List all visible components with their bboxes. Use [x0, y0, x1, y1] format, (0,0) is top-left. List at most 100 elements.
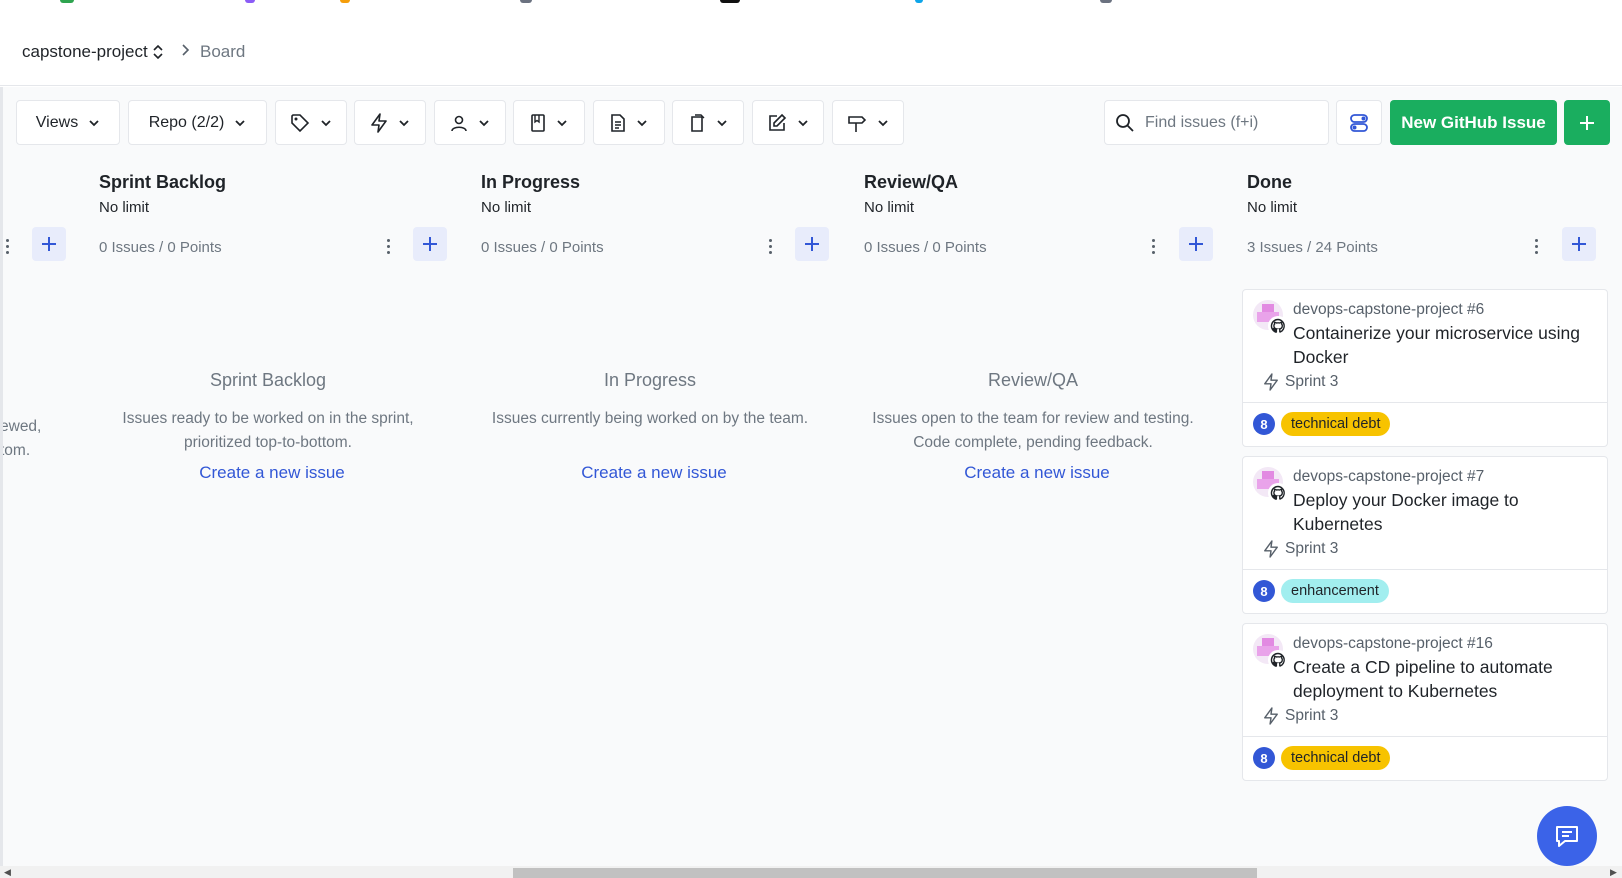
- bolt-icon: [1264, 707, 1278, 725]
- column-menu-kebab[interactable]: [1529, 233, 1543, 259]
- new-github-issue-button[interactable]: New GitHub Issue: [1390, 100, 1557, 145]
- scroll-right-icon[interactable]: ▶: [1610, 867, 1617, 878]
- create-issue-link[interactable]: Create a new issue: [92, 463, 452, 483]
- document-icon: [611, 113, 625, 132]
- chat-button[interactable]: [1537, 806, 1597, 866]
- add-issue-button[interactable]: [32, 227, 66, 261]
- edit-filter-dropdown[interactable]: [752, 100, 824, 145]
- column-limit: No limit: [481, 199, 532, 216]
- divider: [1243, 736, 1607, 737]
- column-count: 0 Issues / 0 Points: [481, 239, 604, 256]
- column-menu-kebab[interactable]: [1146, 233, 1160, 259]
- page-header: capstone-project Board: [0, 22, 1622, 86]
- search-icon: [1116, 113, 1134, 132]
- issue-card[interactable]: devops-capstone-project #16 Create a CD …: [1242, 623, 1608, 781]
- create-issue-link[interactable]: Create a new issue: [474, 463, 834, 483]
- add-issue-button[interactable]: [1179, 227, 1213, 261]
- bolt-icon: [1264, 373, 1278, 391]
- empty-state-title: Sprint Backlog: [209, 370, 327, 390]
- scroll-left-icon[interactable]: ◀: [4, 867, 11, 878]
- chevron-down-icon: [637, 119, 647, 126]
- epic-filter-dropdown[interactable]: [593, 100, 665, 145]
- column-menu-kebab[interactable]: [381, 233, 395, 259]
- chevron-down-icon: [321, 119, 331, 126]
- issue-title[interactable]: Containerize your microservice using Doc…: [1293, 321, 1593, 369]
- views-label: Views: [35, 113, 79, 131]
- column-title: Sprint Backlog: [99, 172, 227, 192]
- chevron-down-icon: [557, 119, 567, 126]
- chevron-down-icon: [89, 119, 99, 126]
- bolt-icon: [1264, 540, 1278, 558]
- plus-icon: [805, 237, 819, 251]
- board-area: Views Repo (2/2) Find issues (f+i) New G…: [0, 87, 1622, 867]
- release-filter-dropdown[interactable]: [832, 100, 904, 145]
- github-icon: [1268, 316, 1288, 336]
- label-badge: technical debt: [1281, 746, 1391, 770]
- chevron-down-icon: [235, 119, 245, 126]
- milestone-filter-dropdown[interactable]: [513, 100, 585, 145]
- chevron-down-icon: [878, 119, 888, 126]
- issue-card[interactable]: devops-capstone-project #6 Containerize …: [1242, 289, 1608, 447]
- label-badge: enhancement: [1281, 579, 1389, 603]
- chat-icon: [1556, 826, 1578, 847]
- issue-sprint: Sprint 3: [1263, 540, 1338, 558]
- sprint-filter-dropdown[interactable]: [354, 100, 426, 145]
- estimate-filter-dropdown[interactable]: [672, 100, 744, 145]
- empty-state-title: In Progress: [603, 370, 697, 390]
- browser-bookmark-strip: [0, 0, 1622, 6]
- points-badge: 8: [1253, 580, 1275, 602]
- scrollbar-thumb[interactable]: [513, 868, 1257, 878]
- github-icon: [1268, 650, 1288, 670]
- plus-icon: [42, 237, 56, 251]
- issue-repo: devops-capstone-project #16: [1293, 635, 1493, 652]
- chevron-down-icon: [479, 119, 489, 126]
- sort-updown-icon: [153, 45, 163, 59]
- column-menu-kebab[interactable]: [763, 233, 777, 259]
- plus-icon: [1189, 237, 1203, 251]
- sprint-label: Sprint 3: [1285, 540, 1339, 557]
- label-filter-dropdown[interactable]: [275, 100, 347, 145]
- chevron-down-icon: [717, 119, 727, 126]
- create-issue-link[interactable]: Create a new issue: [857, 463, 1217, 483]
- tag-icon: [291, 113, 310, 132]
- view-toggle-button[interactable]: [1336, 100, 1382, 145]
- issue-card[interactable]: devops-capstone-project #7 Deploy your D…: [1242, 456, 1608, 614]
- repo-selector[interactable]: capstone-project: [22, 42, 164, 62]
- column-count: 3 Issues / 24 Points: [1247, 239, 1378, 256]
- partial-column-text: tom.: [0, 442, 31, 459]
- github-icon: [1268, 483, 1288, 503]
- empty-state-description: Issues currently being worked on by the …: [491, 410, 809, 427]
- add-issue-button[interactable]: [1562, 227, 1596, 261]
- plus-icon: [1580, 115, 1594, 130]
- repo-filter-label: Repo (2/2): [148, 113, 225, 131]
- chevron-down-icon: [399, 119, 409, 126]
- empty-state-title: Review/QA: [987, 370, 1079, 390]
- column-limit: No limit: [99, 199, 150, 216]
- assignee-filter-dropdown[interactable]: [434, 100, 506, 145]
- repo-name: capstone-project: [22, 42, 148, 61]
- column-title: In Progress: [481, 172, 581, 192]
- bolt-icon: [371, 112, 387, 133]
- views-dropdown[interactable]: Views: [16, 100, 120, 145]
- search-box[interactable]: [1104, 100, 1329, 145]
- left-edge: [0, 87, 3, 867]
- chevron-right-icon: [180, 42, 190, 62]
- column-limit: No limit: [864, 199, 915, 216]
- sprint-label: Sprint 3: [1285, 707, 1339, 724]
- issue-repo: devops-capstone-project #7: [1293, 468, 1485, 485]
- signpost-icon: [848, 115, 867, 132]
- column-title: Done: [1247, 172, 1292, 192]
- horizontal-scrollbar[interactable]: ◀ ▶: [0, 866, 1622, 878]
- empty-state-description: Issues ready to be worked on in the spri…: [122, 410, 414, 451]
- search-input[interactable]: [1145, 113, 1315, 132]
- add-issue-button[interactable]: [413, 227, 447, 261]
- add-issue-button[interactable]: [795, 227, 829, 261]
- issue-title[interactable]: Create a CD pipeline to automate deploym…: [1293, 655, 1593, 703]
- chevron-down-icon: [798, 119, 808, 126]
- person-icon: [451, 115, 467, 131]
- issue-title[interactable]: Deploy your Docker image to Kubernetes: [1293, 488, 1593, 536]
- divider: [1243, 569, 1607, 570]
- repo-filter-dropdown[interactable]: Repo (2/2): [128, 100, 267, 145]
- add-button[interactable]: [1564, 100, 1610, 145]
- clipboard-icon: [691, 113, 705, 132]
